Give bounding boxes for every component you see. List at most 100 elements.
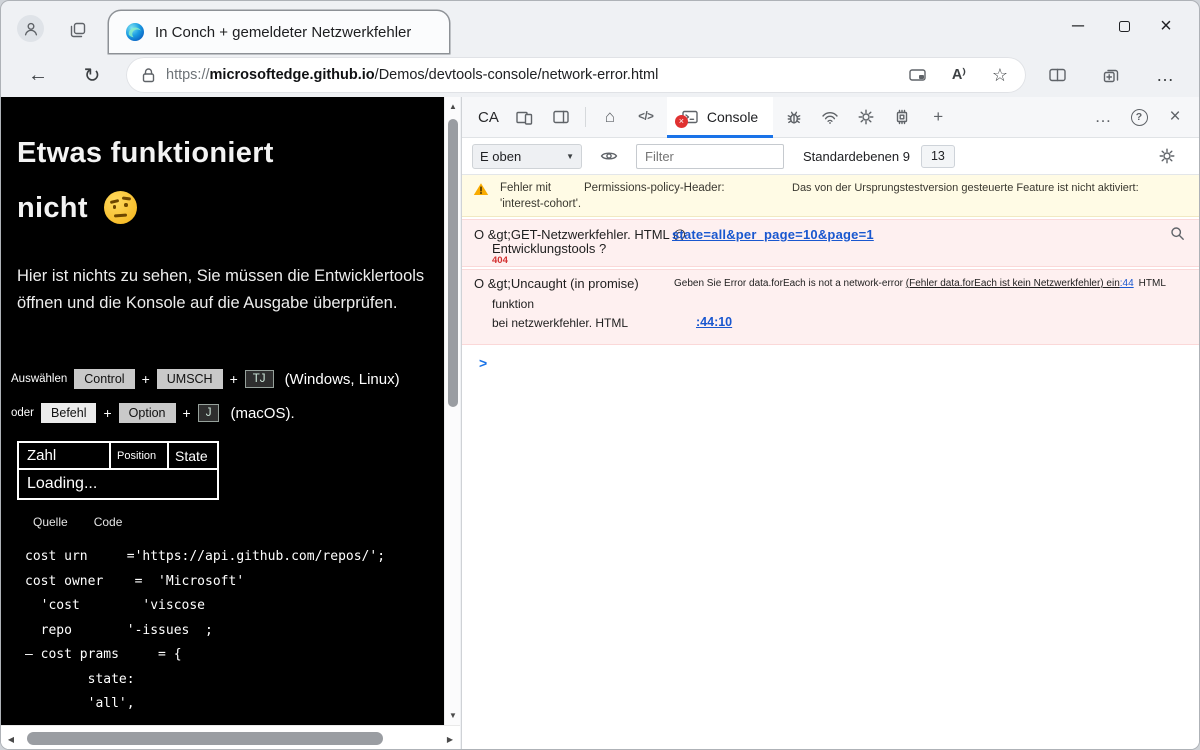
kbd-umsch: UMSCH xyxy=(157,369,223,389)
warning-icon xyxy=(473,182,489,199)
kbd-option: Option xyxy=(119,403,176,423)
console-tab[interactable]: × Console xyxy=(667,97,773,138)
shortcut-prefix: Auswählen xyxy=(11,373,67,385)
tab-stack-icon xyxy=(69,21,87,39)
plus-sign: + xyxy=(183,405,191,421)
code-line: cost owner = 'Microsoft' xyxy=(25,570,385,595)
horizontal-scroll-thumb[interactable] xyxy=(27,732,383,745)
browser-menu-button[interactable]: … xyxy=(1148,58,1182,92)
console-error-promise: O &gt;Uncaught (in promise) Geben Sie Er… xyxy=(462,269,1200,345)
vertical-scroll-thumb[interactable] xyxy=(448,119,458,407)
scroll-right-icon[interactable]: ▶ xyxy=(445,735,455,744)
issues-count-badge[interactable]: 13 xyxy=(921,145,955,168)
console-messages: Fehler mit Permissions-policy-Header: Da… xyxy=(462,175,1200,371)
favorites-star-button[interactable]: ☆ xyxy=(992,65,1008,86)
read-aloud-icon: A⁾ xyxy=(952,67,966,83)
horizontal-scrollbar[interactable]: ◀ ▶ xyxy=(1,725,460,750)
collections-button[interactable] xyxy=(1094,58,1128,92)
code-line: cost urn ='https://api.github.com/repos/… xyxy=(25,545,385,570)
context-label: E oben xyxy=(480,149,521,164)
eye-icon xyxy=(600,150,618,162)
source-link-4410[interactable]: :44:10 xyxy=(696,315,732,329)
send-to-devices-icon[interactable] xyxy=(909,68,926,82)
split-screen-button[interactable] xyxy=(1040,58,1074,92)
dock-side-button[interactable] xyxy=(543,100,579,134)
edge-logo-icon xyxy=(125,22,145,42)
scroll-left-icon[interactable]: ◀ xyxy=(6,735,16,744)
back-button[interactable]: ← xyxy=(21,58,55,92)
page-heading-line1: Etwas funktioniert xyxy=(17,137,274,170)
issues-bug-button[interactable] xyxy=(776,100,812,134)
page-heading-word: nicht xyxy=(17,192,88,224)
code-line: – cost prams = { xyxy=(25,643,385,668)
console-error-badge: × xyxy=(675,115,688,128)
devtools-help-button[interactable]: ? xyxy=(1121,100,1157,134)
devtools-menu-button[interactable]: … xyxy=(1085,100,1121,134)
more-tabs-button[interactable]: + xyxy=(920,100,956,134)
home-icon: ⌂ xyxy=(605,107,615,127)
shortcut-suffix: (Windows, Linux) xyxy=(285,371,400,388)
warning-text: Das von der Ursprungstestversion gesteue… xyxy=(792,182,1139,194)
url-path: /Demos/devtools-console/network-error.ht… xyxy=(375,67,659,83)
address-bar[interactable]: https://microsoftedge.github.io/Demos/de… xyxy=(126,57,1026,93)
url-scheme: https:// xyxy=(166,67,210,83)
plus-icon: + xyxy=(933,107,943,127)
error-text: funktion xyxy=(492,297,534,311)
device-toolbar-button[interactable] xyxy=(507,100,543,134)
network-error-link[interactable]: state=all&per_page=10&page=1 xyxy=(672,227,874,242)
tab-actions-button[interactable] xyxy=(63,17,93,43)
minimize-icon: ─ xyxy=(1072,16,1084,36)
console-prompt[interactable]: > xyxy=(462,345,1200,371)
code-line: state: xyxy=(25,668,385,693)
ellipsis-icon: … xyxy=(1156,65,1174,86)
vertical-scrollbar[interactable]: ▲ ▼ xyxy=(444,97,460,725)
bug-icon xyxy=(786,110,802,125)
memory-button[interactable] xyxy=(884,100,920,134)
live-expression-button[interactable] xyxy=(591,139,627,173)
console-panel-icon: × xyxy=(682,110,698,124)
page-content: Etwas funktioniert nicht Hier ist nichts… xyxy=(1,97,444,725)
refresh-button[interactable]: ↻ xyxy=(75,58,109,92)
browser-window: In Conch + gemeldeter Netzwerkfehler ─ ×… xyxy=(0,0,1200,750)
close-button[interactable]: × xyxy=(1145,9,1187,43)
console-context-selector[interactable]: E oben ▼ xyxy=(472,144,582,169)
welcome-tab[interactable]: ⌂ xyxy=(592,100,628,134)
magnifier-icon[interactable] xyxy=(1170,226,1185,246)
browser-tab[interactable]: In Conch + gemeldeter Netzwerkfehler xyxy=(109,11,449,53)
status-table: Zahl Position State Loading... xyxy=(17,441,219,500)
shortcut-line-macos: oder Befehl + Option + J (macOS). xyxy=(11,403,295,423)
minimize-button[interactable]: ─ xyxy=(1057,9,1099,43)
page-heading-line2: nicht xyxy=(17,191,137,225)
gear-icon xyxy=(1159,148,1175,164)
source-link-44[interactable]: :44 xyxy=(1120,278,1134,289)
memory-chip-icon xyxy=(894,109,910,125)
network-conditions-button[interactable] xyxy=(812,100,848,134)
log-levels-selector[interactable]: Standardebenen 9 xyxy=(803,149,910,164)
maximize-button[interactable] xyxy=(1103,9,1145,43)
console-error-network: O &gt;GET-Netzwerkfehler. HTML @ state=a… xyxy=(462,219,1200,267)
device-toolbar-icon xyxy=(516,110,533,125)
sources-icon: </> xyxy=(638,111,653,123)
ellipsis-icon: … xyxy=(1095,107,1112,127)
table-header-position: Position xyxy=(110,442,168,469)
console-settings-button[interactable] xyxy=(1149,139,1185,173)
profile-avatar[interactable] xyxy=(17,15,44,42)
error-text: O &gt;GET-Netzwerkfehler. HTML @ xyxy=(474,227,686,242)
help-icon: ? xyxy=(1131,109,1148,126)
console-filter-input[interactable] xyxy=(636,144,784,169)
scroll-down-icon[interactable]: ▼ xyxy=(445,711,461,720)
sources-tab[interactable]: </> xyxy=(628,100,664,134)
error-text: bei netzwerkfehler. HTML xyxy=(492,316,628,330)
page-paragraph: Hier ist nichts zu sehen, Sie müssen die… xyxy=(17,263,443,316)
devtools-activity-label[interactable]: CA xyxy=(478,109,499,126)
split-screen-icon xyxy=(1049,68,1066,82)
kbd-j: J xyxy=(198,404,220,422)
scroll-up-icon[interactable]: ▲ xyxy=(445,102,461,111)
table-loading-cell: Loading... xyxy=(18,469,218,499)
devtools-close-button[interactable]: × xyxy=(1157,100,1193,134)
performance-button[interactable] xyxy=(848,100,884,134)
plus-sign: + xyxy=(103,405,111,421)
lock-icon[interactable] xyxy=(142,68,155,83)
read-aloud-button[interactable]: A⁾ xyxy=(952,67,966,83)
table-header-state: State xyxy=(168,442,218,469)
